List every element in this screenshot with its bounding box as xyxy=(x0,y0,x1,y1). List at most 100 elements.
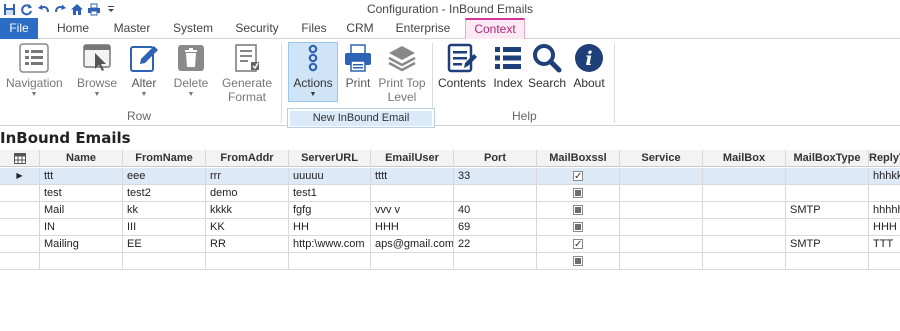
cell-mailboxtype[interactable] xyxy=(786,185,869,202)
cell-fromaddr[interactable]: KK xyxy=(206,219,289,236)
tab-master[interactable]: Master xyxy=(106,18,158,39)
cell-mailboxssl[interactable] xyxy=(537,168,620,185)
row-indicator[interactable] xyxy=(0,253,40,270)
cell-emailuser[interactable]: tttt xyxy=(371,168,454,185)
cell-port[interactable]: 69 xyxy=(454,219,537,236)
cell-mailboxtype[interactable]: SMTP xyxy=(786,236,869,253)
row-indicator[interactable] xyxy=(0,219,40,236)
search-button[interactable]: Search xyxy=(528,42,566,90)
cell-mailbox[interactable] xyxy=(703,236,786,253)
cell-fromname[interactable]: kk xyxy=(123,202,206,219)
print-top-level-button[interactable]: Print Top Level xyxy=(377,42,427,104)
tab-file[interactable]: File xyxy=(0,18,38,39)
cell-serverurl[interactable]: http:\www.com xyxy=(289,236,371,253)
cell-mailbox[interactable] xyxy=(703,185,786,202)
table-row[interactable]: test test2 demo test1 xyxy=(0,185,900,202)
cell-port[interactable]: 33 xyxy=(454,168,537,185)
cell-fromaddr[interactable]: demo xyxy=(206,185,289,202)
cell-serverurl[interactable]: uuuuu xyxy=(289,168,371,185)
cell-fromname[interactable]: EE xyxy=(123,236,206,253)
cell-service[interactable] xyxy=(620,253,703,270)
row-indicator[interactable]: ▶ xyxy=(0,168,40,185)
tab-home[interactable]: Home xyxy=(44,18,102,39)
cell-emailuser[interactable] xyxy=(371,185,454,202)
cell-mailboxssl[interactable] xyxy=(537,202,620,219)
cell-emailuser[interactable]: HHH xyxy=(371,219,454,236)
cell-fromaddr[interactable]: rrr xyxy=(206,168,289,185)
cell-mailboxtype[interactable] xyxy=(786,253,869,270)
table-row[interactable] xyxy=(0,253,900,270)
cell-replyto[interactable] xyxy=(869,253,900,270)
cell-mailbox[interactable] xyxy=(703,168,786,185)
cell-port[interactable]: 40 xyxy=(454,202,537,219)
column-header-emailuser[interactable]: EmailUser xyxy=(371,150,454,167)
browse-button[interactable]: Browse ▼ xyxy=(76,42,118,98)
cell-mailboxtype[interactable] xyxy=(786,168,869,185)
cell-service[interactable] xyxy=(620,202,703,219)
cell-mailboxssl[interactable] xyxy=(537,236,620,253)
table-row[interactable]: Mailkkkkkkfgfgvvv v40SMTPhhhhh xyxy=(0,202,900,219)
about-button[interactable]: i About xyxy=(570,42,608,90)
cell-mailboxssl[interactable] xyxy=(537,219,620,236)
cell-serverurl[interactable]: test1 xyxy=(289,185,371,202)
delete-button[interactable]: Delete ▼ xyxy=(170,42,212,98)
column-header-mailboxtype[interactable]: MailBoxType xyxy=(786,150,869,167)
column-header-port[interactable]: Port xyxy=(454,150,537,167)
column-header-replyto[interactable]: ReplyTo xyxy=(869,150,900,167)
actions-button[interactable]: Actions ▼ xyxy=(289,42,337,98)
checkbox-checked[interactable] xyxy=(573,237,583,252)
tab-security[interactable]: Security xyxy=(226,18,288,39)
cell-replyto[interactable] xyxy=(869,185,900,202)
column-header-service[interactable]: Service xyxy=(620,150,703,167)
cell-mailboxtype[interactable]: SMTP xyxy=(786,202,869,219)
checkbox-indeterminate[interactable] xyxy=(573,205,583,215)
cell-name[interactable] xyxy=(40,253,123,270)
cell-mailbox[interactable] xyxy=(703,202,786,219)
cell-service[interactable] xyxy=(620,236,703,253)
column-header-fromaddr[interactable]: FromAddr xyxy=(206,150,289,167)
cell-serverurl[interactable]: fgfg xyxy=(289,202,371,219)
checkbox-indeterminate[interactable] xyxy=(573,256,583,266)
cell-serverurl[interactable] xyxy=(289,253,371,270)
cell-service[interactable] xyxy=(620,168,703,185)
cell-fromaddr[interactable] xyxy=(206,253,289,270)
cell-port[interactable] xyxy=(454,185,537,202)
cell-emailuser[interactable]: vvv v xyxy=(371,202,454,219)
column-header-fromname[interactable]: FromName xyxy=(123,150,206,167)
new-inbound-email-menu-item[interactable]: New InBound Email xyxy=(290,111,432,126)
cell-replyto[interactable]: HHH xyxy=(869,219,900,236)
cell-name[interactable]: Mailing xyxy=(40,236,123,253)
cell-replyto[interactable]: hhhkk xyxy=(869,168,900,185)
cell-mailbox[interactable] xyxy=(703,219,786,236)
tab-system[interactable]: System xyxy=(164,18,222,39)
column-header-mailbox[interactable]: MailBox xyxy=(703,150,786,167)
cell-port[interactable]: 22 xyxy=(454,236,537,253)
checkbox-indeterminate[interactable] xyxy=(573,222,583,232)
row-indicator[interactable] xyxy=(0,202,40,219)
cell-mailboxssl[interactable] xyxy=(537,253,620,270)
cell-service[interactable] xyxy=(620,219,703,236)
cell-fromname[interactable] xyxy=(123,253,206,270)
cell-mailbox[interactable] xyxy=(703,253,786,270)
tab-crm[interactable]: CRM xyxy=(340,18,380,39)
table-row[interactable]: MailingEERRhttp:\www.comaps@gmail.com22 S… xyxy=(0,236,900,253)
table-row[interactable]: ▶ ttteeerrruuuuutttt33 hhhkk xyxy=(0,168,900,185)
column-chooser-icon[interactable] xyxy=(0,150,40,167)
cell-fromname[interactable]: III xyxy=(123,219,206,236)
cell-replyto[interactable]: TTT xyxy=(869,236,900,253)
cell-name[interactable]: Mail xyxy=(40,202,123,219)
cell-fromname[interactable]: test2 xyxy=(123,185,206,202)
navigation-button[interactable]: Navigation ▼ xyxy=(6,42,63,98)
row-indicator[interactable] xyxy=(0,185,40,202)
checkbox-checked[interactable] xyxy=(573,169,583,184)
cell-port[interactable] xyxy=(454,253,537,270)
cell-fromname[interactable]: eee xyxy=(123,168,206,185)
alter-button[interactable]: Alter ▼ xyxy=(124,42,164,98)
cell-name[interactable]: test xyxy=(40,185,123,202)
column-header-serverurl[interactable]: ServerURL xyxy=(289,150,371,167)
cell-fromaddr[interactable]: RR xyxy=(206,236,289,253)
tab-enterprise[interactable]: Enterprise xyxy=(386,18,460,39)
cell-serverurl[interactable]: HH xyxy=(289,219,371,236)
generate-format-button[interactable]: Generate Format xyxy=(220,42,274,104)
tab-files[interactable]: Files xyxy=(292,18,336,39)
